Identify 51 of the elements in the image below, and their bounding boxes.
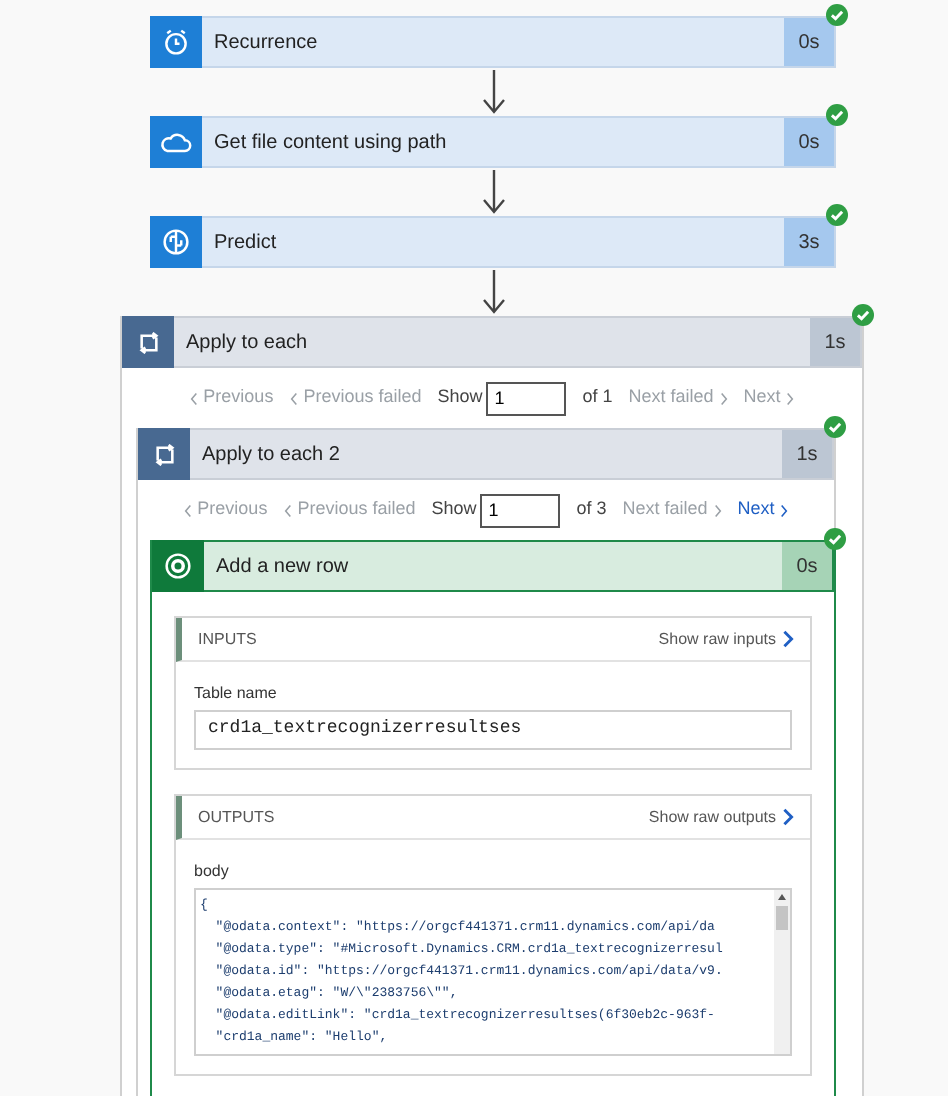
step-title: Apply to each (186, 329, 310, 357)
iteration-input[interactable]: 1 (480, 493, 561, 527)
step-header[interactable]: Predict 3s (150, 216, 836, 268)
section-heading: INPUTS (198, 627, 259, 651)
loop-icon (135, 331, 161, 353)
step-header[interactable]: Add a new row 0s (152, 540, 834, 592)
show-label: Show (431, 496, 477, 523)
flow-arrow (481, 168, 505, 216)
swirl-icon (164, 552, 192, 580)
step-title: Predict (214, 229, 279, 257)
step-header[interactable]: Get file content using path 0s (150, 116, 836, 168)
chevron-right-icon (782, 808, 794, 826)
step-title: Add a new row (216, 553, 351, 581)
chevron-left-icon (283, 503, 292, 517)
show-raw-link[interactable]: Show raw inputs (658, 627, 794, 651)
alarm-clock-icon (162, 28, 190, 56)
section-heading: OUTPUTS (198, 805, 277, 829)
field-label: Table name (194, 682, 279, 706)
step-title: Recurrence (214, 29, 320, 57)
step-duration: 1s (810, 318, 860, 366)
next-button[interactable]: Next (737, 496, 789, 524)
step-title: Get file content using path (214, 129, 449, 157)
flow-arrow (481, 68, 505, 116)
iteration-count: of 3 (576, 496, 607, 523)
step-duration: 0s (784, 18, 834, 66)
step-header[interactable]: Apply to each 2 1s (138, 428, 834, 480)
step-duration: 1s (782, 430, 832, 478)
chevron-right-icon (780, 503, 789, 517)
chevron-right-icon (782, 630, 794, 648)
iteration-input[interactable]: 1 (486, 381, 567, 415)
step-header[interactable]: Apply to each 1s (122, 316, 862, 368)
step-header[interactable]: Recurrence 0s (150, 16, 836, 68)
field-label: body (194, 860, 231, 884)
show-label: Show (437, 384, 483, 411)
loop-icon (151, 443, 177, 465)
chevron-left-icon (183, 503, 192, 517)
show-raw-link[interactable]: Show raw outputs (648, 805, 794, 829)
step-duration: 0s (784, 118, 834, 166)
chevron-left-icon (289, 391, 298, 405)
step-duration: 0s (782, 542, 832, 590)
iteration-count: of 1 (582, 384, 613, 411)
step-title: Apply to each 2 (202, 441, 342, 469)
chevron-right-icon (719, 391, 728, 405)
chevron-left-icon (189, 391, 198, 405)
flow-arrow (481, 268, 505, 316)
cloud-icon (160, 130, 192, 154)
brain-icon (162, 228, 190, 256)
table-name-field[interactable]: crd1a_textrecognizerresultses (194, 710, 792, 750)
step-duration: 3s (784, 218, 834, 266)
chevron-right-icon (786, 391, 795, 405)
chevron-right-icon (713, 503, 722, 517)
